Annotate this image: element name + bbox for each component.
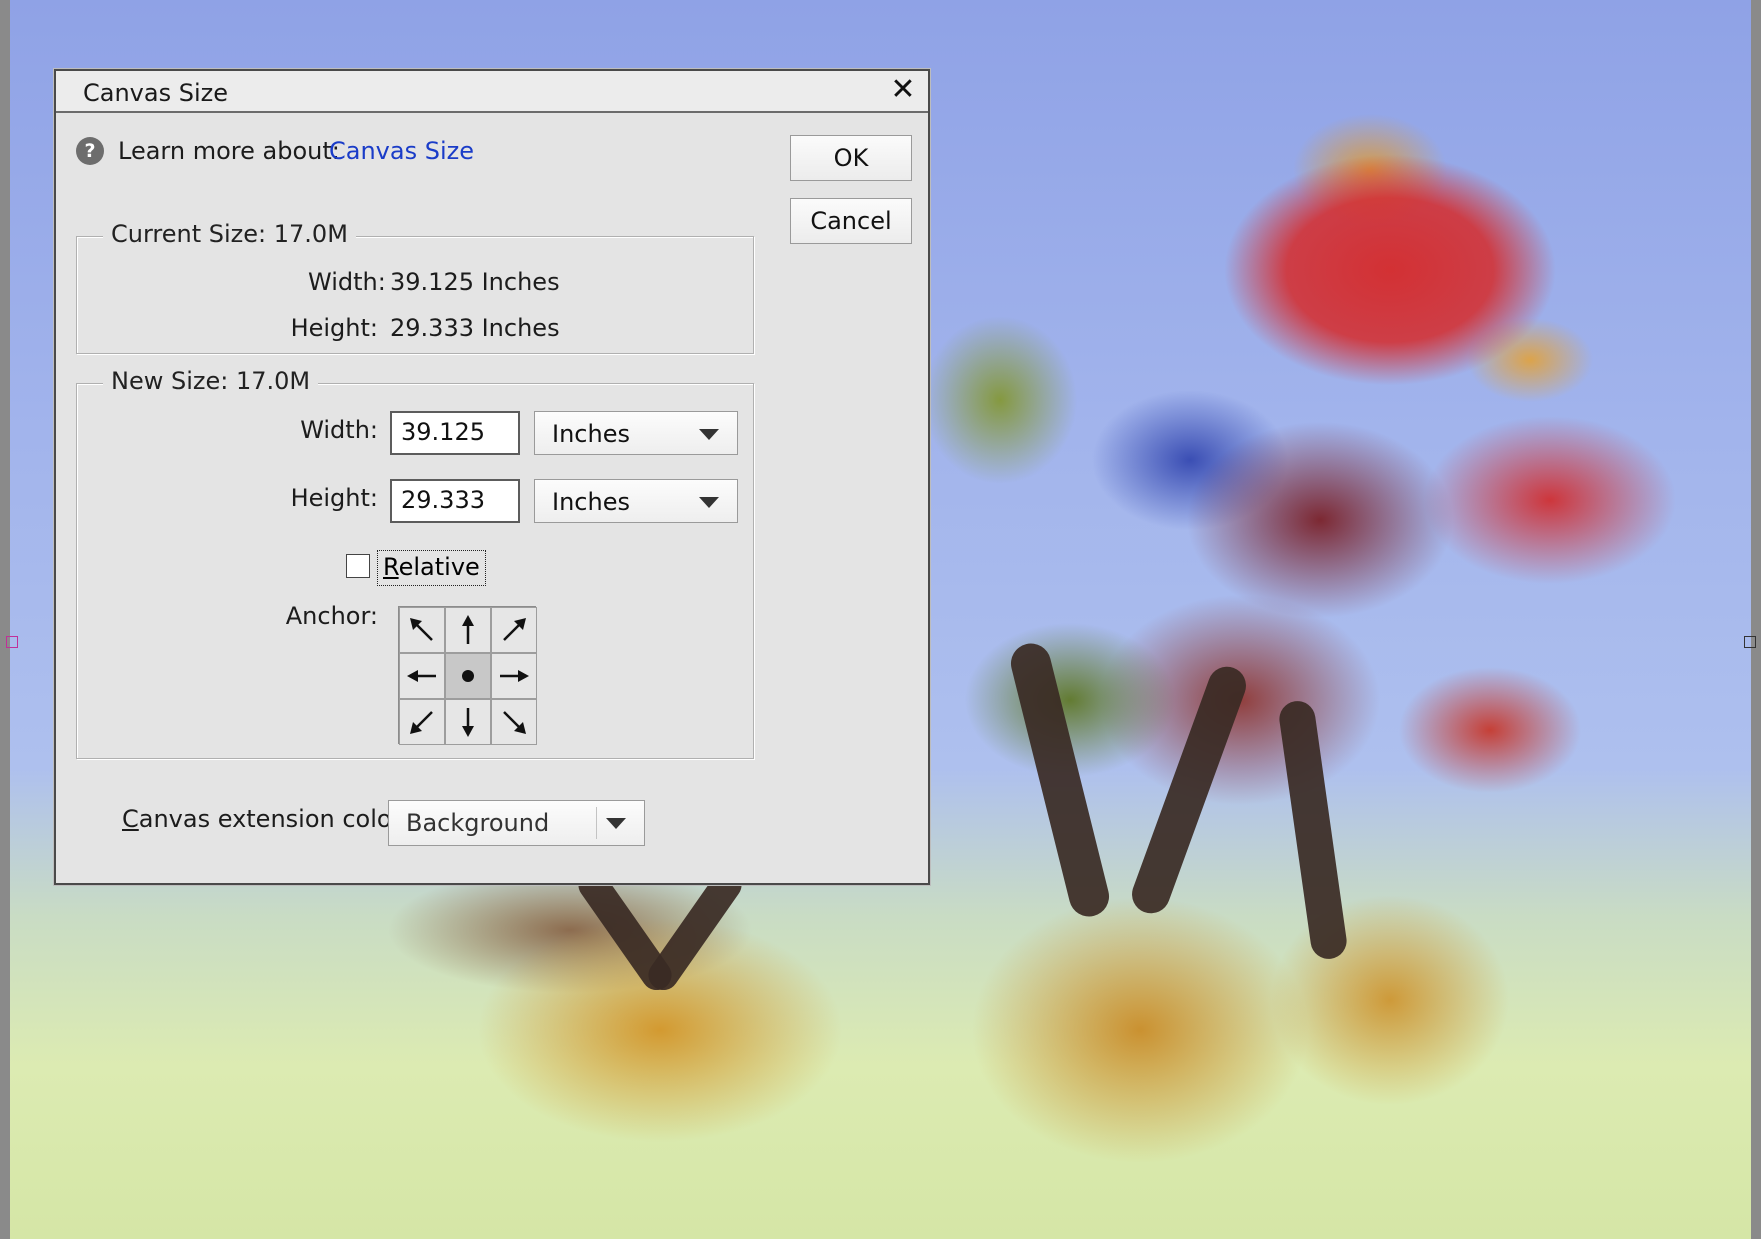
- anchor-label: Anchor:: [285, 602, 378, 630]
- width-unit-select[interactable]: Inches: [534, 411, 738, 455]
- learn-more-label: Learn more about:: [118, 137, 340, 165]
- extension-color-value: Background: [406, 809, 550, 837]
- resize-handle-right[interactable]: [1744, 636, 1756, 648]
- dropdown-arrow-icon: [699, 429, 719, 440]
- anchor-top-right[interactable]: [491, 607, 537, 653]
- learn-more-link[interactable]: Canvas Size: [329, 137, 474, 165]
- dropdown-arrow-icon: [699, 497, 719, 508]
- current-height-label: Height:: [290, 314, 378, 342]
- close-icon[interactable]: ✕: [886, 73, 920, 107]
- arrow-up-right-icon: [503, 618, 526, 641]
- current-size-title: Current Size: 17.0M: [103, 220, 356, 248]
- anchor-top[interactable]: [445, 607, 491, 653]
- anchor-bottom-left[interactable]: [399, 699, 445, 745]
- arrow-up-left-icon: [410, 618, 433, 641]
- dropdown-arrow-icon: [606, 818, 626, 829]
- select-separator: [596, 807, 597, 839]
- anchor-center[interactable]: [445, 653, 491, 699]
- dialog-title: Canvas Size: [83, 79, 228, 107]
- current-height-value: 29.333 Inches: [390, 314, 560, 342]
- anchor-bottom[interactable]: [445, 699, 491, 745]
- arrow-down-icon: [462, 708, 474, 737]
- anchor-bottom-right[interactable]: [491, 699, 537, 745]
- anchor-grid: [398, 606, 537, 745]
- width-unit-value: Inches: [552, 420, 630, 448]
- extension-color-label: Canvas extension color:: [122, 805, 410, 833]
- relative-label[interactable]: Relative: [377, 550, 486, 586]
- arrow-right-icon: [500, 670, 529, 682]
- relative-checkbox[interactable]: [346, 554, 370, 578]
- height-unit-value: Inches: [552, 488, 630, 516]
- anchor-top-left[interactable]: [399, 607, 445, 653]
- new-width-label: Width:: [300, 416, 378, 444]
- anchor-right[interactable]: [491, 653, 537, 699]
- height-unit-select[interactable]: Inches: [534, 479, 738, 523]
- current-width-value: 39.125 Inches: [390, 268, 560, 296]
- arrow-down-left-icon: [410, 711, 433, 734]
- width-input[interactable]: 39.125: [390, 411, 520, 455]
- anchor-left[interactable]: [399, 653, 445, 699]
- arrow-up-icon: [462, 615, 474, 644]
- title-bar[interactable]: Canvas Size ✕: [56, 71, 928, 113]
- extension-color-select[interactable]: Background: [388, 800, 645, 846]
- new-height-label: Height:: [290, 484, 378, 512]
- canvas-size-dialog: Canvas Size ✕ ? Learn more about: Canvas…: [54, 69, 930, 885]
- resize-handle-left[interactable]: [6, 636, 18, 648]
- center-dot-icon: [462, 670, 474, 682]
- arrow-left-icon: [407, 670, 436, 682]
- arrow-down-right-icon: [503, 711, 526, 734]
- new-size-title: New Size: 17.0M: [103, 367, 319, 395]
- height-input[interactable]: 29.333: [390, 479, 520, 523]
- cancel-button[interactable]: Cancel: [790, 198, 912, 244]
- current-width-label: Width:: [308, 268, 386, 296]
- ok-button[interactable]: OK: [790, 135, 912, 181]
- help-icon: ?: [76, 137, 104, 165]
